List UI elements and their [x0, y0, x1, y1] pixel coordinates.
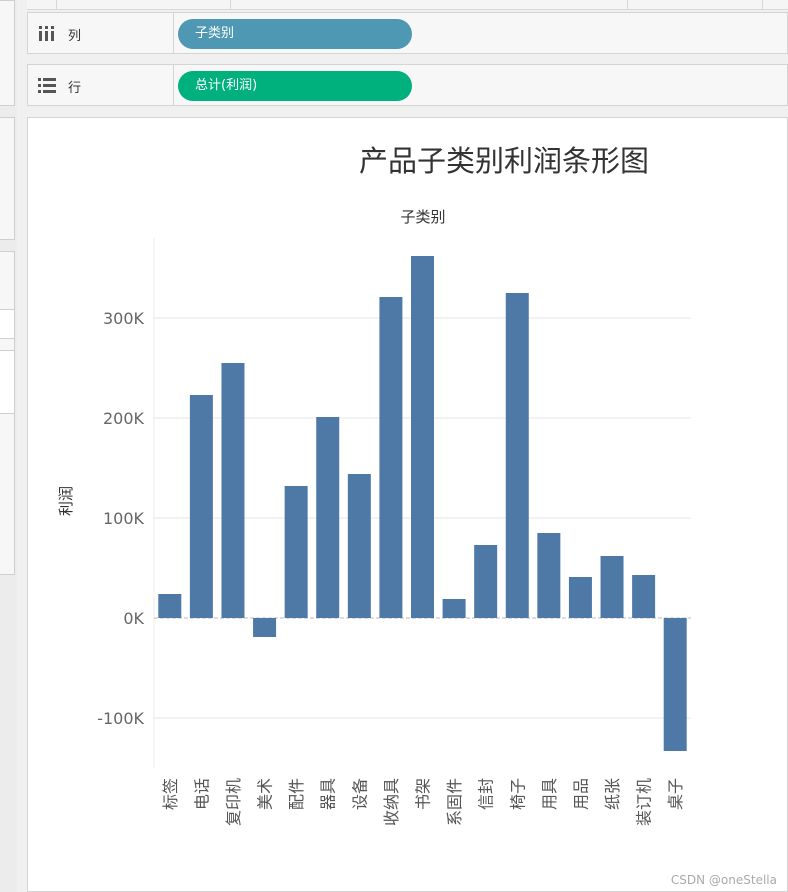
x-tick-label: 设备: [350, 778, 369, 810]
columns-icon: [39, 26, 54, 41]
rows-shelf-label: 行: [28, 65, 174, 105]
rows-shelf-name: 行: [68, 81, 82, 96]
columns-shelf-name: 列: [68, 29, 82, 44]
x-tick-label: 器具: [319, 778, 338, 810]
bar[interactable]: [347, 474, 371, 618]
y-tick-label: 300K: [103, 309, 145, 328]
bar[interactable]: [379, 297, 403, 618]
left-panel-control[interactable]: [0, 350, 15, 414]
x-tick-label: 装订机: [635, 778, 654, 826]
y-tick-label: 100K: [103, 509, 145, 528]
watermark: CSDN @oneStella: [670, 873, 777, 887]
bar[interactable]: [316, 417, 340, 618]
bar[interactable]: [663, 618, 687, 751]
x-tick-label: 配件: [287, 778, 306, 810]
bar-chart: 产品子类别利润条形图 子类别 利润 -100K 0K 100K 200K 300K 标签…: [57, 144, 691, 826]
bar[interactable]: [505, 293, 529, 618]
bar[interactable]: [253, 618, 277, 637]
y-tick-label: 0K: [123, 609, 144, 628]
left-panel-control[interactable]: [0, 309, 15, 339]
left-panel-section: [0, 0, 15, 106]
bar[interactable]: [442, 599, 466, 618]
profit-sum-pill[interactable]: 总计(利润): [178, 71, 412, 101]
bar[interactable]: [189, 395, 213, 618]
x-tick-label: 用品: [571, 778, 590, 810]
columns-shelf: 列 子类别: [27, 12, 788, 54]
rows-shelf: 行 总计(利润): [27, 64, 788, 106]
x-tick-label: 纸张: [603, 778, 622, 810]
bar[interactable]: [632, 575, 656, 618]
x-tick-label: 标签: [161, 778, 180, 810]
y-tick-label: -100K: [97, 709, 144, 728]
y-axis-title: 利润: [57, 486, 75, 516]
x-tick-label: 复印机: [224, 778, 243, 826]
x-tick-label: 美术: [256, 778, 275, 810]
x-tick-label: 桌子: [666, 778, 685, 810]
bar[interactable]: [600, 556, 624, 618]
bar[interactable]: [568, 577, 592, 618]
x-tick-label: 书架: [414, 778, 433, 810]
bar[interactable]: [221, 363, 245, 618]
chart-view: 产品子类别利润条形图 子类别 利润 -100K 0K 100K 200K 300K 标签…: [27, 117, 788, 892]
left-panel-section: [0, 117, 15, 240]
x-tick-label: 系固件: [445, 778, 464, 826]
left-panel-rail: [0, 0, 17, 892]
bar[interactable]: [158, 594, 182, 618]
bar[interactable]: [537, 533, 561, 618]
y-tick-label: 200K: [103, 409, 145, 428]
x-tick-label: 电话: [192, 778, 211, 810]
columns-shelf-label: 列: [28, 13, 174, 53]
bar[interactable]: [284, 486, 308, 618]
x-tick-label: 信封: [477, 778, 496, 810]
toolbar-strip: [27, 0, 788, 10]
x-tick-label: 用具: [540, 778, 559, 810]
x-axis-title: 子类别: [400, 208, 445, 226]
subcategory-pill[interactable]: 子类别: [178, 19, 412, 49]
rows-icon: [38, 78, 56, 93]
chart-title: 产品子类别利润条形图: [359, 144, 649, 178]
x-tick-label: 收纳具: [382, 778, 401, 826]
bar[interactable]: [411, 256, 434, 618]
x-tick-label: 椅子: [508, 778, 527, 810]
bar[interactable]: [474, 545, 498, 618]
